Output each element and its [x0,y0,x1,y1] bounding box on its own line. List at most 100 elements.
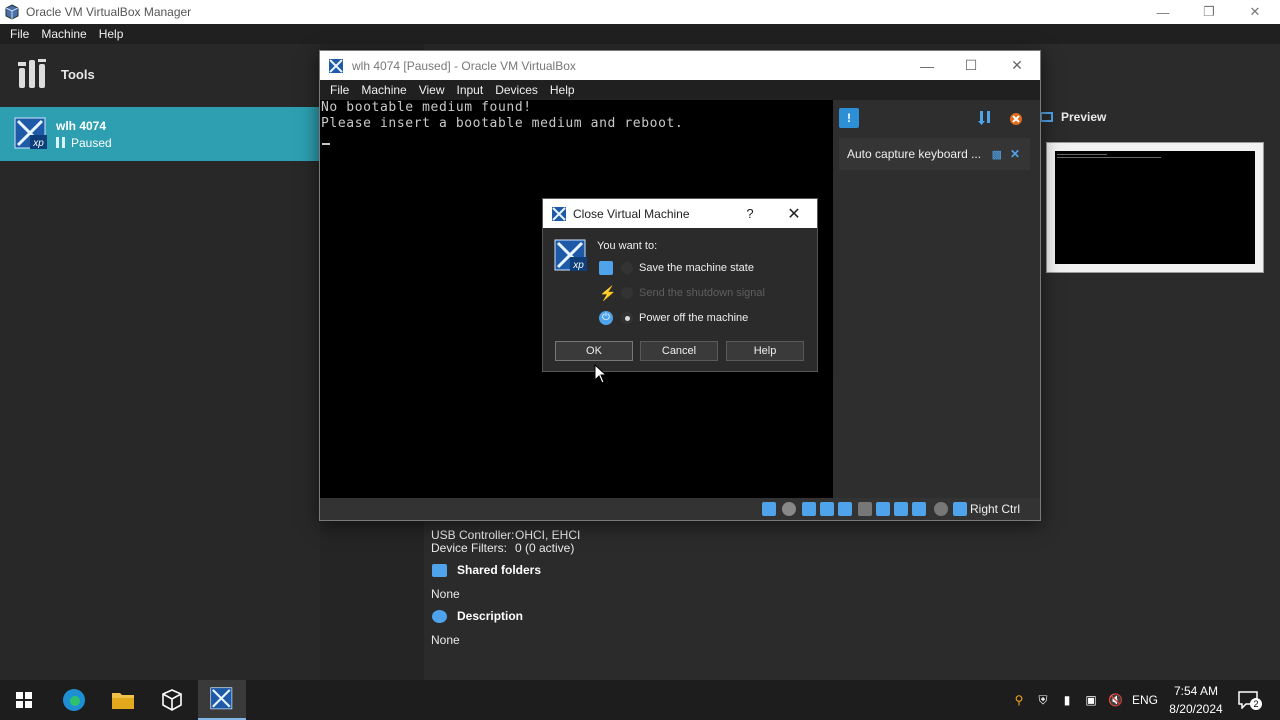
vm-maximize-button[interactable]: ☐ [948,51,994,80]
ok-button[interactable]: OK [555,341,633,361]
close-vm-dialog: Close Virtual Machine ? ✕ xp You want to… [542,198,818,372]
vm-window-title: wlh 4074 [Paused] - Oracle VM VirtualBox [352,58,576,73]
audio-icon[interactable] [802,502,816,516]
keyboard-icon[interactable] [953,502,967,516]
notification-count-badge: 2 [1250,698,1262,710]
notification-icon[interactable]: ! [839,108,859,128]
taskbar-edge[interactable] [50,680,98,720]
close-icon: ✕ [1249,4,1261,19]
minimize-button[interactable]: — [1140,0,1186,24]
windows-xp-os-icon [329,58,343,73]
windows-xp-os-icon: xp [554,239,587,271]
taskbar-virtualbox-manager[interactable] [148,680,196,720]
optical-drive-icon[interactable] [782,502,796,516]
start-button[interactable] [0,680,48,720]
usb-tray-icon[interactable]: ▮ [1060,693,1074,707]
vm-menu-view[interactable]: View [413,83,451,97]
vm-statusbar: Right Ctrl [320,498,1040,520]
preview-header: Preview [1040,110,1106,124]
network-tray-icon[interactable]: ▣ [1084,693,1098,707]
manager-titlebar: Oracle VM VirtualBox Manager — ❐ ✕ [0,0,1280,24]
search-tray-icon[interactable]: ⚲ [1012,693,1026,707]
power-off-radio[interactable] [621,312,633,324]
vm-menu-machine[interactable]: Machine [355,83,412,97]
taskbar-vm-window[interactable] [198,680,246,720]
question-mark-icon: ? [746,206,754,221]
keyboard-capture-icon[interactable]: ▩ [992,148,1002,161]
vm-menu-file[interactable]: File [324,83,355,97]
pause-icon [56,137,65,148]
language-indicator[interactable]: ENG [1132,693,1158,707]
description-header[interactable]: Description [432,609,523,623]
shared-folders-value: None [431,587,460,601]
display-icon[interactable] [876,502,890,516]
svg-text:xp: xp [572,260,584,271]
manager-title: Oracle VM VirtualBox Manager [26,5,192,19]
usb-icon[interactable] [838,502,852,516]
edge-browser-icon [63,689,85,711]
cancel-button[interactable]: Cancel [640,341,718,361]
notification-text: Auto capture keyboard ... [847,147,982,161]
close-button[interactable]: ✕ [1232,0,1278,24]
power-off-label: Power off the machine [639,312,749,324]
description-icon [432,609,447,623]
sort-icon[interactable] [977,109,995,127]
vm-menubar: File Machine View Input Devices Help [320,80,1040,100]
hard-disk-icon[interactable] [762,502,776,516]
vm-minimize-button[interactable]: — [904,51,950,80]
vm-menu-input[interactable]: Input [451,83,490,97]
vm-menu-devices[interactable]: Devices [489,83,544,97]
vm-state: Paused [56,136,112,150]
option-power-off[interactable]: ⏻ Power off the machine [599,309,809,327]
network-icon[interactable] [820,502,834,516]
vm-window-titlebar: wlh 4074 [Paused] - Oracle VM VirtualBox… [320,51,1040,80]
dialog-prompt: You want to: [597,240,658,252]
vm-state-label: Paused [71,135,112,150]
save-state-radio[interactable] [621,262,633,274]
menu-help[interactable]: Help [93,27,130,41]
taskbar-file-explorer[interactable] [99,680,147,720]
clear-notifications-icon[interactable] [1007,109,1025,127]
usb-controller-label: USB Controller: [431,528,515,542]
close-icon: ✕ [787,205,801,223]
menu-file[interactable]: File [4,27,35,41]
recording-icon[interactable] [894,502,908,516]
dialog-close-button[interactable]: ✕ [779,199,809,228]
cpu-icon[interactable] [912,502,926,516]
action-center-button[interactable]: 2 [1236,688,1264,712]
monitor-icon [1040,112,1053,122]
virtualbox-app-icon [162,689,182,711]
lightning-icon: ⚡ [599,285,617,301]
clock-date[interactable]: 8/20/2024 [1164,702,1228,716]
restore-icon: ❐ [1203,4,1215,19]
mouse-integration-icon[interactable] [934,502,948,516]
folder-icon [112,693,134,709]
help-button[interactable]: Help [726,341,804,361]
clock-time[interactable]: 7:54 AM [1164,684,1228,698]
dialog-help-button[interactable]: ? [737,199,763,228]
dialog-title: Close Virtual Machine [573,206,690,221]
dismiss-notification-icon[interactable]: ✕ [1010,147,1020,161]
device-filters-label: Device Filters: [431,541,508,555]
vm-menu-help[interactable]: Help [544,83,581,97]
shared-folders-header[interactable]: Shared folders [432,563,541,577]
restore-button[interactable]: ❐ [1186,0,1232,24]
option-save-state[interactable]: Save the machine state [599,259,809,277]
vm-list-item[interactable]: xp wlh 4074 Paused [0,107,320,161]
machine-sidebar: Tools xp wlh 4074 Paused [0,44,320,680]
shared-folders-icon[interactable] [858,502,872,516]
notification-item[interactable]: Auto capture keyboard ... ▩ ✕ [839,138,1030,170]
maximize-icon: ☐ [964,57,978,73]
save-state-label: Save the machine state [639,262,754,274]
menu-machine[interactable]: Machine [35,27,92,41]
tools-item[interactable]: Tools [0,44,320,104]
volume-muted-icon[interactable]: 🔇 [1108,693,1123,707]
usb-controller-value: OHCI, EHCI [515,528,581,542]
svg-text:xp: xp [32,138,44,149]
security-tray-icon[interactable]: ⛨ [1036,693,1050,707]
windows-xp-os-icon [552,206,566,221]
host-key-label: Right Ctrl [970,502,1021,516]
windows-xp-os-icon [210,687,233,710]
description-title: Description [457,609,524,623]
vm-close-button[interactable]: ✕ [994,51,1040,80]
